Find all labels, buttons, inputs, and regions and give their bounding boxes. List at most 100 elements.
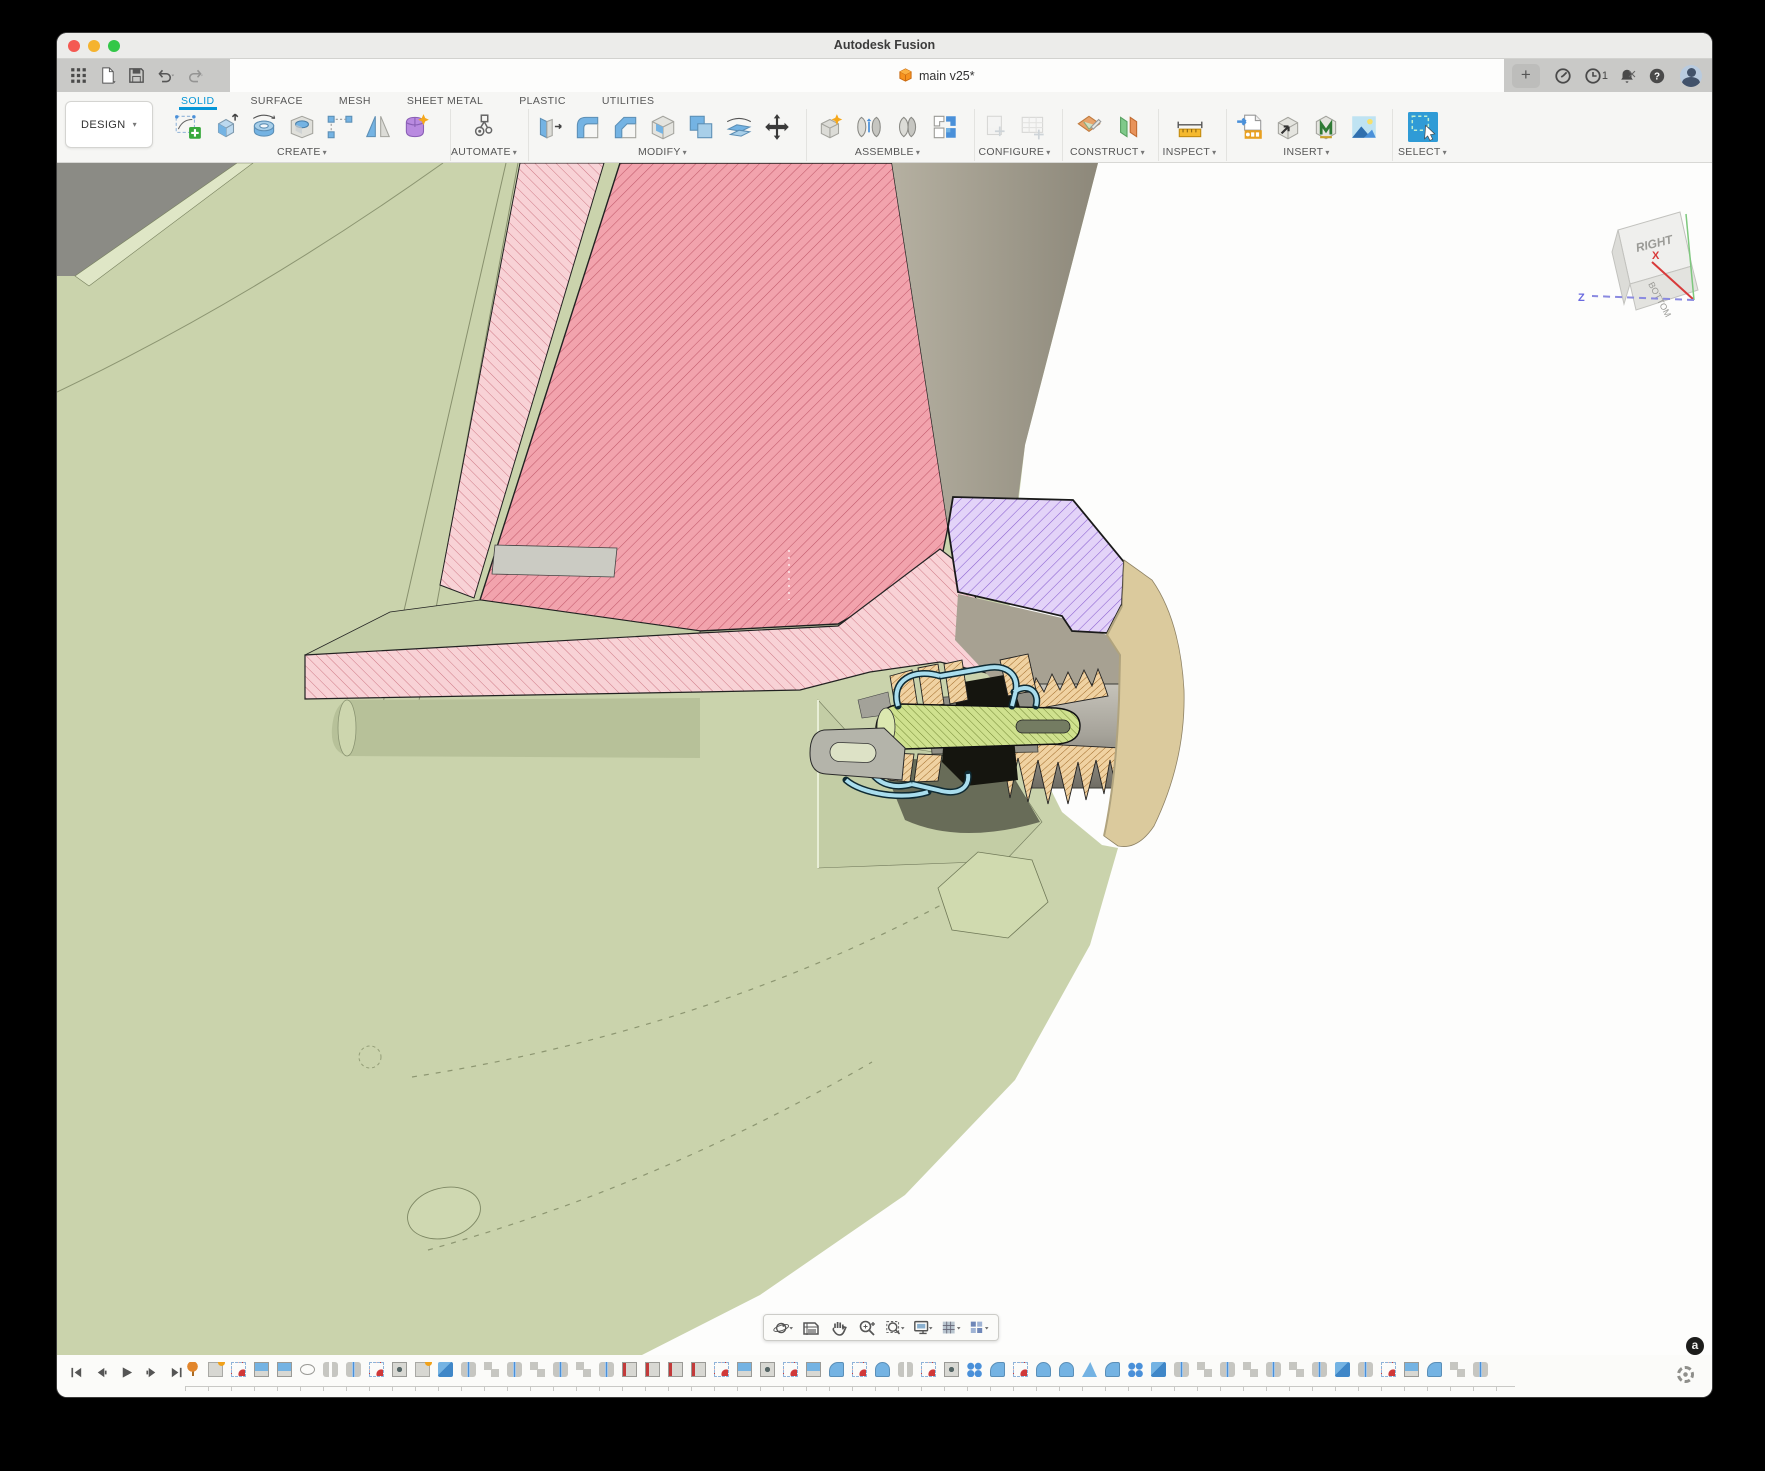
timeline-feature-holered-icon[interactable] <box>645 1362 660 1377</box>
timeline-feature-sketch-icon[interactable] <box>852 1362 867 1377</box>
timeline-feature-extrude-icon[interactable] <box>737 1362 752 1377</box>
timeline-feature-holered-icon[interactable] <box>691 1362 706 1377</box>
fit-icon[interactable] <box>882 1317 908 1339</box>
timeline-feature-joint-icon[interactable] <box>1174 1362 1189 1377</box>
timeline-feature-fillet-icon[interactable] <box>1105 1362 1120 1377</box>
timeline-feature-revolve-icon[interactable] <box>875 1362 890 1377</box>
insert-derive-icon[interactable] <box>1271 111 1304 144</box>
joint-icon[interactable] <box>852 111 885 144</box>
timeline-feature-sketch-icon[interactable] <box>369 1362 384 1377</box>
construct-menu[interactable]: CONSTRUCT▾ <box>1063 146 1152 158</box>
configure-menu[interactable]: CONFIGURE▾ <box>975 146 1054 158</box>
mirror-icon[interactable] <box>362 111 395 144</box>
insert-mcmaster-icon[interactable] <box>1309 111 1342 144</box>
timeline-feature-joint-icon[interactable] <box>1266 1362 1281 1377</box>
app-grid-icon[interactable] <box>65 65 91 87</box>
extrude-icon[interactable] <box>210 111 243 144</box>
workspace-selector[interactable]: DESIGN▾ <box>65 101 153 148</box>
display-settings-icon[interactable] <box>910 1317 936 1339</box>
timeline-feature-sketch-icon[interactable] <box>714 1362 729 1377</box>
insert-menu[interactable]: INSERT▾ <box>1227 146 1386 158</box>
timeline-feature-joint-icon[interactable] <box>1358 1362 1373 1377</box>
timeline-feature-joint-icon[interactable] <box>553 1362 568 1377</box>
user-avatar[interactable] <box>1680 65 1702 87</box>
step-forward-button[interactable] <box>142 1363 160 1381</box>
timeline-feature-hole-icon[interactable] <box>944 1362 959 1377</box>
grid-display-icon[interactable] <box>938 1317 964 1339</box>
redo-icon[interactable] <box>181 65 207 87</box>
shell-icon[interactable] <box>646 111 679 144</box>
document-tab[interactable]: main v25* × <box>230 59 1504 92</box>
zoom-window-button[interactable] <box>108 40 120 52</box>
viewports-icon[interactable] <box>966 1317 992 1339</box>
timeline-feature-drag-icon[interactable] <box>1289 1362 1304 1377</box>
chamfer-icon[interactable] <box>608 111 641 144</box>
file-new-icon[interactable] <box>94 65 120 87</box>
tab-sheet-metal[interactable]: SHEET METAL <box>405 94 485 110</box>
modify-menu[interactable]: MODIFY▾ <box>529 146 796 158</box>
assemble-menu[interactable]: ASSEMBLE▾ <box>807 146 968 158</box>
timeline-feature-extrude-icon[interactable] <box>1404 1362 1419 1377</box>
step-back-button[interactable] <box>92 1363 110 1381</box>
timeline-feature-joint-icon[interactable] <box>1220 1362 1235 1377</box>
tab-surface[interactable]: SURFACE <box>249 94 305 110</box>
tab-solid[interactable]: SOLID <box>179 94 217 110</box>
timeline-feature-extrude-icon[interactable] <box>277 1362 292 1377</box>
close-window-button[interactable] <box>68 40 80 52</box>
select-menu[interactable]: SELECT▾ <box>1393 146 1452 158</box>
timeline-feature-joint-icon[interactable] <box>507 1362 522 1377</box>
timeline-feature-drag-icon[interactable] <box>530 1362 545 1377</box>
timeline-feature-pattern-icon[interactable] <box>967 1362 982 1377</box>
press-pull-icon[interactable] <box>532 111 565 144</box>
timeline-feature-insert-icon[interactable] <box>438 1362 453 1377</box>
timeline-feature-sketch-icon[interactable] <box>921 1362 936 1377</box>
timeline-feature-revolve-icon[interactable] <box>1036 1362 1051 1377</box>
construction-plane-icon[interactable] <box>1072 111 1105 144</box>
timeline-track[interactable] <box>185 1386 1515 1391</box>
timeline-feature-drag-icon[interactable] <box>1243 1362 1258 1377</box>
new-component-icon[interactable] <box>814 111 847 144</box>
insert-canvas-icon[interactable] <box>1347 111 1380 144</box>
create-menu[interactable]: CREATE▾ <box>168 146 436 158</box>
fillet-icon[interactable] <box>570 111 603 144</box>
timeline-feature-joint-icon[interactable] <box>1473 1362 1488 1377</box>
timeline-feature-newcomp-icon[interactable] <box>208 1362 223 1377</box>
timeline-feature-sketch-icon[interactable] <box>231 1362 246 1377</box>
timeline-feature-drag-icon[interactable] <box>1450 1362 1465 1377</box>
timeline-feature-drag-icon[interactable] <box>1197 1362 1212 1377</box>
rectangular-pattern-icon[interactable] <box>324 111 357 144</box>
tab-mesh[interactable]: MESH <box>337 94 373 110</box>
pan-icon[interactable] <box>826 1317 852 1339</box>
timeline-feature-mirror-icon[interactable] <box>1082 1362 1097 1377</box>
split-body-icon[interactable] <box>722 111 755 144</box>
timeline-feature-insert-icon[interactable] <box>1151 1362 1166 1377</box>
go-to-start-button[interactable] <box>67 1363 85 1381</box>
job-status-icon[interactable] <box>1548 64 1578 88</box>
timeline-feature-joint-icon[interactable] <box>346 1362 361 1377</box>
timeline-feature-fillet-icon[interactable] <box>829 1362 844 1377</box>
autodesk-badge[interactable]: a <box>1686 1337 1704 1355</box>
configuration-table-icon[interactable] <box>1017 111 1050 144</box>
undo-icon[interactable] <box>152 65 178 87</box>
automate-icon[interactable] <box>467 111 500 144</box>
insert-component-icon[interactable] <box>928 111 961 144</box>
timeline-feature-joint-icon[interactable] <box>599 1362 614 1377</box>
timeline-feature-pattern-icon[interactable] <box>1128 1362 1143 1377</box>
timeline-feature-sketch-icon[interactable] <box>1013 1362 1028 1377</box>
tab-plastic[interactable]: PLASTIC <box>517 94 568 110</box>
hole-icon[interactable] <box>286 111 319 144</box>
timeline-feature-asbuilt-icon[interactable] <box>898 1362 913 1377</box>
insert-svg-icon[interactable] <box>1233 111 1266 144</box>
timeline-feature-revolve-icon[interactable] <box>1059 1362 1074 1377</box>
timeline-feature-extrude-icon[interactable] <box>806 1362 821 1377</box>
as-built-joint-icon[interactable] <box>890 111 923 144</box>
timeline-feature-joint-icon[interactable] <box>461 1362 476 1377</box>
timeline-feature-sketch-icon[interactable] <box>783 1362 798 1377</box>
new-tab-button[interactable]: + <box>1512 64 1540 88</box>
go-to-end-button[interactable] <box>167 1363 185 1381</box>
inspect-menu[interactable]: INSPECT▾ <box>1159 146 1220 158</box>
create-form-icon[interactable] <box>400 111 433 144</box>
timeline-feature-drag-icon[interactable] <box>576 1362 591 1377</box>
revolve-icon[interactable] <box>248 111 281 144</box>
viewport-3d[interactable]: RIGHT BOTTOM X Z a <box>57 163 1712 1355</box>
